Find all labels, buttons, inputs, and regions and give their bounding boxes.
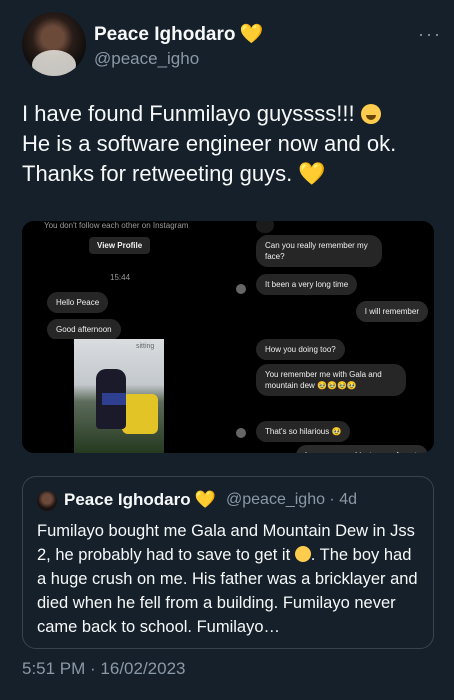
message-bubble: You remember me with Gala and mountain d… [256, 364, 406, 396]
message-bubble: That's so hilarious 🥹 [256, 421, 351, 442]
contact-avatar [236, 284, 246, 294]
message-text: You remember me with Gala and [265, 370, 382, 379]
message-text: mountain dew 🥹🥹🥹🥹 [265, 381, 357, 390]
tweet-line-2: He is a software engineer now and ok. [22, 131, 397, 156]
quoted-author-name: Peace Ighodaro 💛 [64, 490, 216, 510]
quoted-author-avatar [37, 491, 57, 511]
more-options-icon[interactable]: ··· [418, 24, 442, 45]
contact-avatar [236, 428, 246, 438]
tweet-line-3: Thanks for retweeting guys. [22, 161, 293, 186]
yellow-heart-icon: 💛 [239, 24, 264, 45]
media-image-3[interactable]: sitting [22, 339, 224, 453]
media-image-1[interactable]: You don't follow each other on Instagram… [22, 221, 224, 340]
message-bubble: Hello Peace [47, 292, 109, 313]
author-name-text[interactable]: Peace Ighodaro [94, 24, 236, 45]
quoted-text: Fumilayo bought me Gala and Mountain Dew… [37, 519, 423, 639]
message-text: Can you really remember my [265, 241, 368, 250]
yellow-chair [122, 394, 158, 434]
tweet-header: Peace Ighodaro 💛 @peace_igho ··· [22, 12, 442, 80]
author-handle[interactable]: @peace_igho [94, 49, 199, 69]
message-bubble: I am so sorry. I just never forgot. [295, 445, 428, 453]
message-bubble: Good afternoon [47, 319, 121, 340]
message-time: 15:44 [110, 273, 131, 282]
quoted-author-name-text: Peace Ighodaro [64, 490, 191, 509]
media-grid[interactable]: You don't follow each other on Instagram… [22, 221, 434, 453]
media-image-4[interactable]: How you doing too? You remember me with … [228, 339, 434, 453]
message-bubble: How you doing too? [256, 339, 345, 360]
message-bubble: It been a very long time [256, 274, 358, 295]
yellow-heart-icon: 💛 [194, 490, 216, 509]
weary-face-icon [360, 104, 381, 124]
laptop-shape [102, 393, 126, 405]
message-bubble: I will remember [355, 301, 428, 322]
tweet-timestamp[interactable]: 5:51 PM · 16/02/2023 [22, 659, 186, 679]
message-bubble: Can you really remember my face? [256, 235, 382, 267]
author-name[interactable]: Peace Ighodaro 💛 [94, 22, 263, 46]
wall-sign: sitting [136, 343, 155, 350]
tweet-line-1: I have found Funmilayo guyssss!!! [22, 101, 355, 126]
quoted-tweet[interactable]: Peace Ighodaro 💛 @peace_igho · 4d Fumilay… [22, 476, 434, 649]
tweet-text: I have found Funmilayo guyssss!!! He is … [22, 99, 437, 189]
message-text: face? [265, 252, 285, 261]
photo-boy-with-laptop: sitting [74, 339, 164, 453]
quoted-handle-date: @peace_igho · 4d [226, 491, 357, 508]
view-profile-button: View Profile [89, 237, 151, 254]
yellow-heart-icon: 💛 [298, 161, 326, 186]
follow-note: You don't follow each other on Instagram [44, 221, 189, 230]
author-avatar[interactable] [22, 12, 86, 76]
pleading-face-icon [294, 546, 311, 562]
media-image-2[interactable]: Can you really remember my face? It been… [228, 221, 434, 335]
message-bubble-cut [256, 221, 274, 233]
